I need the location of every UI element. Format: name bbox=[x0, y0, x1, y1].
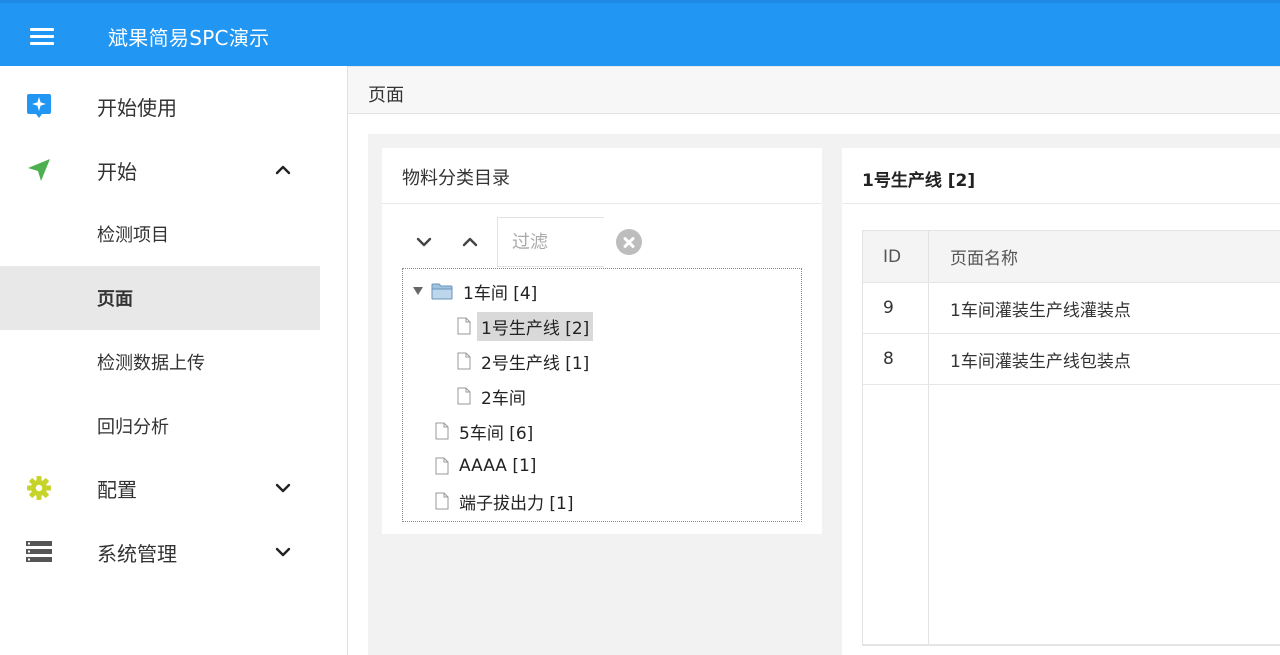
column-header-id[interactable]: ID bbox=[863, 231, 929, 282]
expand-triangle-icon[interactable] bbox=[411, 284, 425, 298]
sidebar-item-start[interactable]: 开始 bbox=[0, 138, 320, 202]
tree-node-label: 2号生产线 [1] bbox=[481, 353, 590, 374]
tree-node-label: 端子拔出力 [1] bbox=[459, 493, 574, 514]
gear-icon bbox=[25, 474, 53, 502]
column-header-page-name[interactable]: 页面名称 bbox=[929, 231, 1018, 282]
content-inner: 物料分类目录 过滤 1车间 [4] 1号生产线 [2] 2号生产线 [1] 2车… bbox=[368, 134, 1280, 655]
clear-filter-icon[interactable] bbox=[616, 229, 642, 255]
cell-page-name: 1车间灌装生产线灌装点 bbox=[950, 300, 1131, 321]
file-icon bbox=[457, 387, 471, 405]
chevron-down-icon[interactable] bbox=[272, 477, 294, 499]
cell-id: 8 bbox=[863, 334, 929, 384]
sidebar-subitem-data-upload[interactable]: 检测数据上传 bbox=[0, 330, 320, 394]
sidebar-item-config[interactable]: 配置 bbox=[0, 456, 320, 520]
tree-node-workshop-2[interactable]: 2车间 bbox=[457, 382, 530, 410]
hamburger-menu-icon[interactable] bbox=[27, 21, 59, 53]
category-tree: 1车间 [4] 1号生产线 [2] 2号生产线 [1] 2车间 5车间 [6] … bbox=[402, 268, 802, 522]
sidebar-subitem-label: 页面 bbox=[97, 289, 133, 310]
collapse-all-chevron-up-icon[interactable] bbox=[455, 227, 485, 257]
table-row[interactable]: 9 1车间灌装生产线灌装点 bbox=[863, 283, 1280, 334]
file-icon bbox=[457, 352, 471, 370]
tree-node-line-2[interactable]: 2号生产线 [1] bbox=[457, 347, 593, 375]
content-area: 物料分类目录 过滤 1车间 [4] 1号生产线 [2] 2号生产线 [1] 2车… bbox=[348, 114, 1280, 655]
tree-filter-input[interactable] bbox=[497, 217, 604, 267]
main-area: 页面 物料分类目录 过滤 1车间 [4] 1号生产线 [2] 2号生产线 [1]… bbox=[348, 66, 1280, 655]
grid-empty-area bbox=[863, 385, 1280, 645]
tree-node-workshop-5[interactable]: 5车间 [6] bbox=[435, 417, 537, 445]
category-panel: 物料分类目录 过滤 1车间 [4] 1号生产线 [2] 2号生产线 [1] 2车… bbox=[382, 148, 822, 534]
cell-id: 9 bbox=[863, 283, 929, 333]
folder-icon bbox=[431, 283, 453, 299]
app-header: 斌果简易SPC演示 bbox=[0, 0, 1280, 66]
sidebar-item-getting-started[interactable]: 开始使用 bbox=[0, 74, 320, 138]
divider bbox=[382, 203, 822, 204]
tree-node-label: 1号生产线 [2] bbox=[477, 311, 594, 341]
sidebar-item-label: 系统管理 bbox=[97, 541, 177, 566]
server-rack-icon bbox=[25, 538, 53, 566]
category-panel-title: 物料分类目录 bbox=[402, 168, 510, 189]
sidebar-item-system-admin[interactable]: 系统管理 bbox=[0, 520, 320, 584]
tree-node-label: AAAA [1] bbox=[459, 456, 537, 476]
tree-node-label: 2车间 bbox=[481, 388, 526, 409]
tree-node-workshop-1[interactable]: 1车间 [4] bbox=[411, 277, 541, 305]
tree-node-aaaa[interactable]: AAAA [1] bbox=[435, 452, 540, 480]
breadcrumb: 页面 bbox=[368, 85, 404, 106]
grid-header-row: ID 页面名称 bbox=[863, 231, 1280, 283]
sidebar-subitem-page[interactable]: 页面 bbox=[0, 266, 320, 330]
sidebar-subitem-label: 回归分析 bbox=[97, 417, 169, 438]
chevron-up-icon[interactable] bbox=[272, 159, 294, 181]
table-row[interactable]: 8 1车间灌装生产线包装点 bbox=[863, 334, 1280, 385]
tree-node-label: 5车间 [6] bbox=[459, 423, 534, 444]
cell-page-name: 1车间灌装生产线包装点 bbox=[950, 351, 1131, 372]
sidebar-item-label: 开始使用 bbox=[97, 95, 177, 120]
sidebar: 开始使用 开始 检测项目 页面 检测数据上传 回归分析 配置 系统管理 bbox=[0, 66, 348, 655]
sidebar-item-label: 配置 bbox=[97, 477, 137, 502]
sidebar-subitem-inspection-items[interactable]: 检测项目 bbox=[0, 202, 320, 266]
expand-all-chevron-down-icon[interactable] bbox=[409, 227, 439, 257]
file-icon bbox=[435, 492, 449, 510]
sidebar-subitem-regression[interactable]: 回归分析 bbox=[0, 394, 320, 458]
send-arrow-icon bbox=[25, 156, 53, 184]
detail-panel: 1号生产线 [2] ID 页面名称 9 1车间灌装生产线灌装点 8 1车间灌装生… bbox=[842, 148, 1280, 655]
grid-empty-id-column bbox=[863, 385, 929, 644]
file-icon bbox=[457, 317, 471, 335]
detail-panel-title: 1号生产线 [2] bbox=[862, 171, 976, 191]
tree-node-line-1[interactable]: 1号生产线 [2] bbox=[457, 311, 594, 341]
breadcrumb-bar: 页面 bbox=[348, 66, 1280, 114]
sidebar-subitem-label: 检测项目 bbox=[97, 225, 169, 246]
page-grid: ID 页面名称 9 1车间灌装生产线灌装点 8 1车间灌装生产线包装点 bbox=[862, 230, 1280, 646]
app-title: 斌果简易SPC演示 bbox=[108, 26, 270, 50]
divider bbox=[842, 203, 1280, 204]
sidebar-subitem-label: 检测数据上传 bbox=[97, 353, 205, 374]
chevron-down-icon[interactable] bbox=[272, 541, 294, 563]
file-icon bbox=[435, 422, 449, 440]
tree-node-terminal-pullout[interactable]: 端子拔出力 [1] bbox=[435, 487, 577, 515]
sparkle-badge-icon bbox=[25, 92, 53, 120]
tree-node-label: 1车间 [4] bbox=[463, 283, 538, 304]
sidebar-item-label: 开始 bbox=[97, 159, 137, 184]
file-icon bbox=[435, 457, 449, 475]
